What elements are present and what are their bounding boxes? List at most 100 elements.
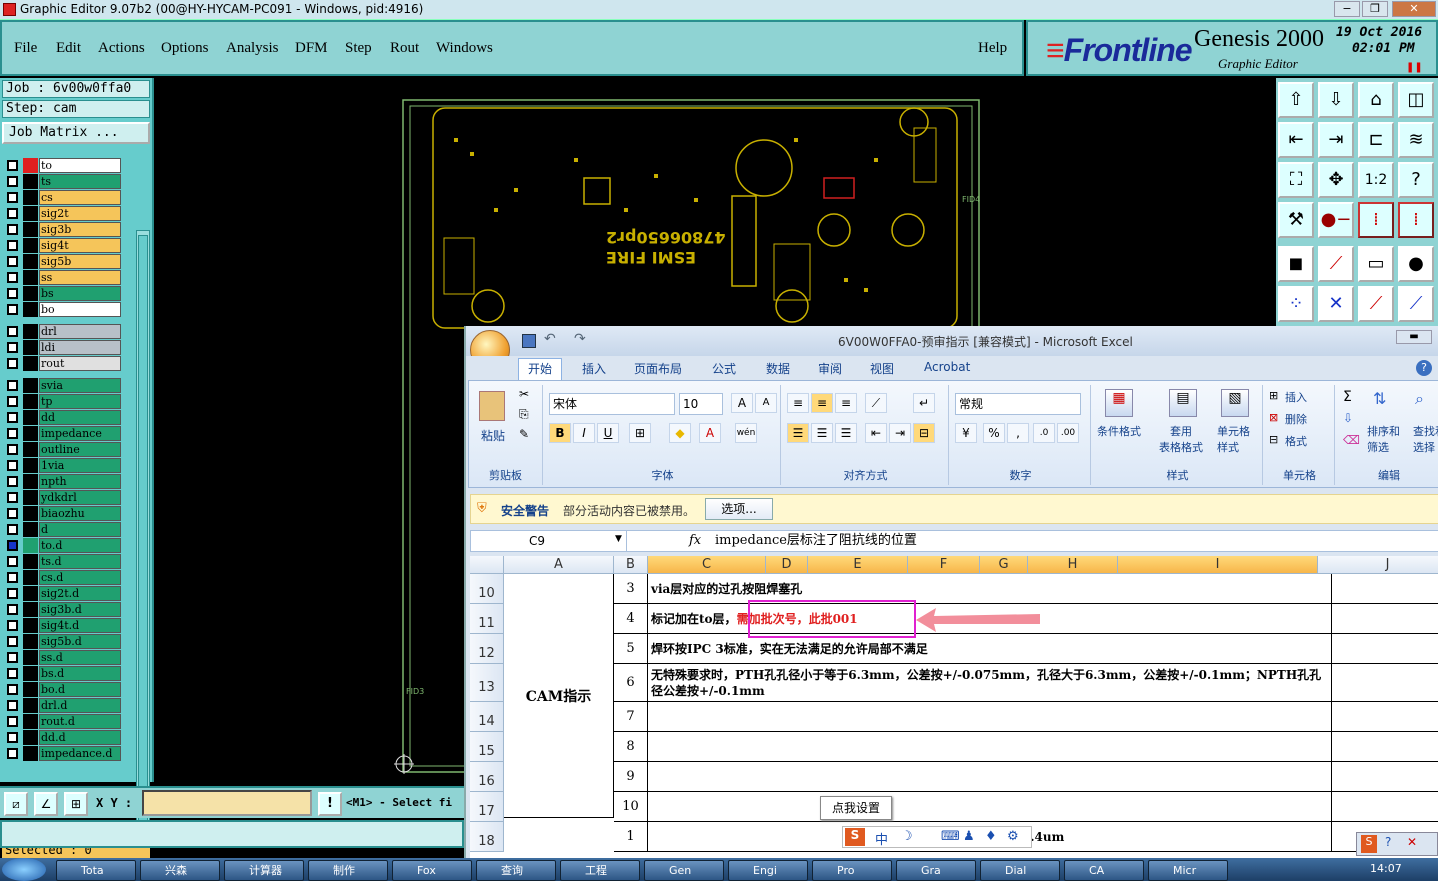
layer-checkbox[interactable]: [7, 716, 18, 727]
layer-name[interactable]: sig4t: [39, 238, 121, 253]
layer-name[interactable]: to: [39, 158, 121, 173]
align-left-icon[interactable]: ☰: [787, 423, 809, 443]
column-j-cell[interactable]: [1332, 702, 1438, 732]
cut-icon[interactable]: ✂: [519, 387, 529, 401]
layer-row[interactable]: cs.d: [4, 570, 122, 585]
column-header-a[interactable]: A: [504, 556, 614, 574]
help-icon[interactable]: ?: [1416, 360, 1432, 376]
menu-rout[interactable]: Rout: [390, 40, 419, 57]
layer-checkbox[interactable]: [7, 556, 18, 567]
paste-button[interactable]: 粘贴: [481, 427, 505, 444]
column-header-i[interactable]: I: [1118, 556, 1318, 574]
layer-row[interactable]: tp: [4, 394, 122, 409]
layer-row[interactable]: drl.d: [4, 698, 122, 713]
layer-row[interactable]: cs: [4, 190, 122, 205]
layer-name[interactable]: ss.d: [39, 650, 121, 665]
ime-toolbar[interactable]: S 中 ☽ ⌨ ♟ ♦ ⚙: [842, 826, 1032, 848]
layer-row[interactable]: sig2t: [4, 206, 122, 221]
taskbar-item[interactable]: Dial: [980, 860, 1060, 881]
instruction-cell[interactable]: [648, 762, 1332, 792]
layer-down-icon[interactable]: ⇩: [1318, 82, 1354, 118]
home-icon[interactable]: ⌂: [1358, 82, 1394, 118]
row-header[interactable]: 15: [470, 732, 504, 762]
circle-tool-icon[interactable]: ●: [1398, 246, 1434, 282]
layer-row[interactable]: rout.d: [4, 714, 122, 729]
column-header-h[interactable]: H: [1028, 556, 1118, 574]
layer-name[interactable]: biaozhu: [39, 506, 121, 521]
ime-chinese-mode[interactable]: 中: [875, 829, 888, 848]
decrease-decimal-icon[interactable]: .00: [1057, 423, 1079, 443]
taskbar-item[interactable]: Gen: [644, 860, 724, 881]
index-cell[interactable]: 7: [614, 702, 648, 732]
taskbar-item[interactable]: Fox: [392, 860, 472, 881]
layer-name[interactable]: impedance.d: [39, 746, 121, 761]
function-icon[interactable]: fx: [689, 533, 701, 548]
border-icon[interactable]: ⊞: [629, 423, 651, 443]
shrink-font-icon[interactable]: A: [755, 393, 777, 413]
phonetic-icon[interactable]: wén: [735, 423, 757, 443]
conditional-format-icon[interactable]: ▦: [1105, 389, 1133, 417]
job-matrix-button[interactable]: Job Matrix ...: [2, 122, 150, 144]
autosum-icon[interactable]: Σ: [1343, 389, 1352, 405]
layer-checkbox[interactable]: [7, 160, 18, 171]
layer-row[interactable]: to: [4, 158, 122, 173]
layer-row[interactable]: ldi: [4, 340, 122, 355]
layer-name[interactable]: cs: [39, 190, 121, 205]
menu-help[interactable]: Help: [978, 40, 1007, 57]
layer-row[interactable]: ydkdrl: [4, 490, 122, 505]
index-cell[interactable]: 5: [614, 634, 648, 664]
cam-instruction-cell[interactable]: CAM指示: [504, 574, 614, 818]
column-j-cell[interactable]: [1332, 604, 1438, 634]
table-format-icon[interactable]: ▤: [1169, 389, 1197, 417]
layer-row[interactable]: biaozhu: [4, 506, 122, 521]
taskbar-item[interactable]: Micr: [1148, 860, 1228, 881]
layer-checkbox[interactable]: [7, 224, 18, 235]
italic-icon[interactable]: I: [573, 423, 595, 443]
alert-icon[interactable]: !: [318, 792, 342, 816]
layer-checkbox[interactable]: [7, 684, 18, 695]
close-button[interactable]: ✕: [1392, 1, 1436, 17]
zoom-in-icon[interactable]: ✥: [1318, 162, 1354, 198]
merge-center-icon[interactable]: ⊟: [913, 423, 935, 443]
row-header[interactable]: 18: [470, 822, 504, 852]
insert-cells-button[interactable]: 插入: [1285, 389, 1307, 405]
layer-checkbox[interactable]: [7, 604, 18, 615]
layer-checkbox[interactable]: [7, 620, 18, 631]
layer-row[interactable]: rout: [4, 356, 122, 371]
cell-style-icon[interactable]: ▧: [1221, 389, 1249, 417]
fill-color-icon[interactable]: ◆: [669, 423, 691, 443]
layer-name[interactable]: dd: [39, 410, 121, 425]
layer-checkbox[interactable]: [7, 652, 18, 663]
taskbar-item[interactable]: CA: [1064, 860, 1144, 881]
layer-row[interactable]: ts: [4, 174, 122, 189]
column-header-f[interactable]: F: [908, 556, 980, 574]
taskbar-item[interactable]: Gra: [896, 860, 976, 881]
row-header[interactable]: 12: [470, 634, 504, 664]
net-icon[interactable]: ⁘: [1278, 286, 1314, 322]
skin-icon[interactable]: ♦: [985, 829, 997, 844]
layer-row[interactable]: impedance: [4, 426, 122, 441]
layer-checkbox[interactable]: [7, 358, 18, 369]
route-icon[interactable]: ⟋: [1398, 286, 1434, 322]
font-size-select[interactable]: 10: [679, 393, 723, 415]
percent-icon[interactable]: %: [983, 423, 1005, 443]
index-cell[interactable]: 10: [614, 792, 648, 822]
orientation-icon[interactable]: ⟋: [865, 393, 887, 413]
layer-name[interactable]: bs: [39, 286, 121, 301]
number-format-select[interactable]: 常规: [955, 393, 1081, 415]
measure-icon[interactable]: ●−: [1318, 202, 1354, 238]
pan-right-icon[interactable]: ⇥: [1318, 122, 1354, 158]
row-header[interactable]: 13: [470, 664, 504, 702]
layer-name[interactable]: ts.d: [39, 554, 121, 569]
redraw-icon[interactable]: ≋: [1398, 122, 1434, 158]
cell-style-button[interactable]: 单元格 样式: [1217, 423, 1250, 455]
comma-icon[interactable]: ,: [1007, 423, 1029, 443]
font-color-icon[interactable]: A: [699, 423, 721, 443]
wrap-text-icon[interactable]: ↵: [913, 393, 935, 413]
layer-row[interactable]: 1via: [4, 458, 122, 473]
align-bottom-icon[interactable]: ≡: [835, 393, 857, 413]
layer-name[interactable]: sig4t.d: [39, 618, 121, 633]
menu-edit[interactable]: Edit: [56, 40, 81, 57]
layer-checkbox[interactable]: [7, 272, 18, 283]
layer-row[interactable]: sig4t.d: [4, 618, 122, 633]
